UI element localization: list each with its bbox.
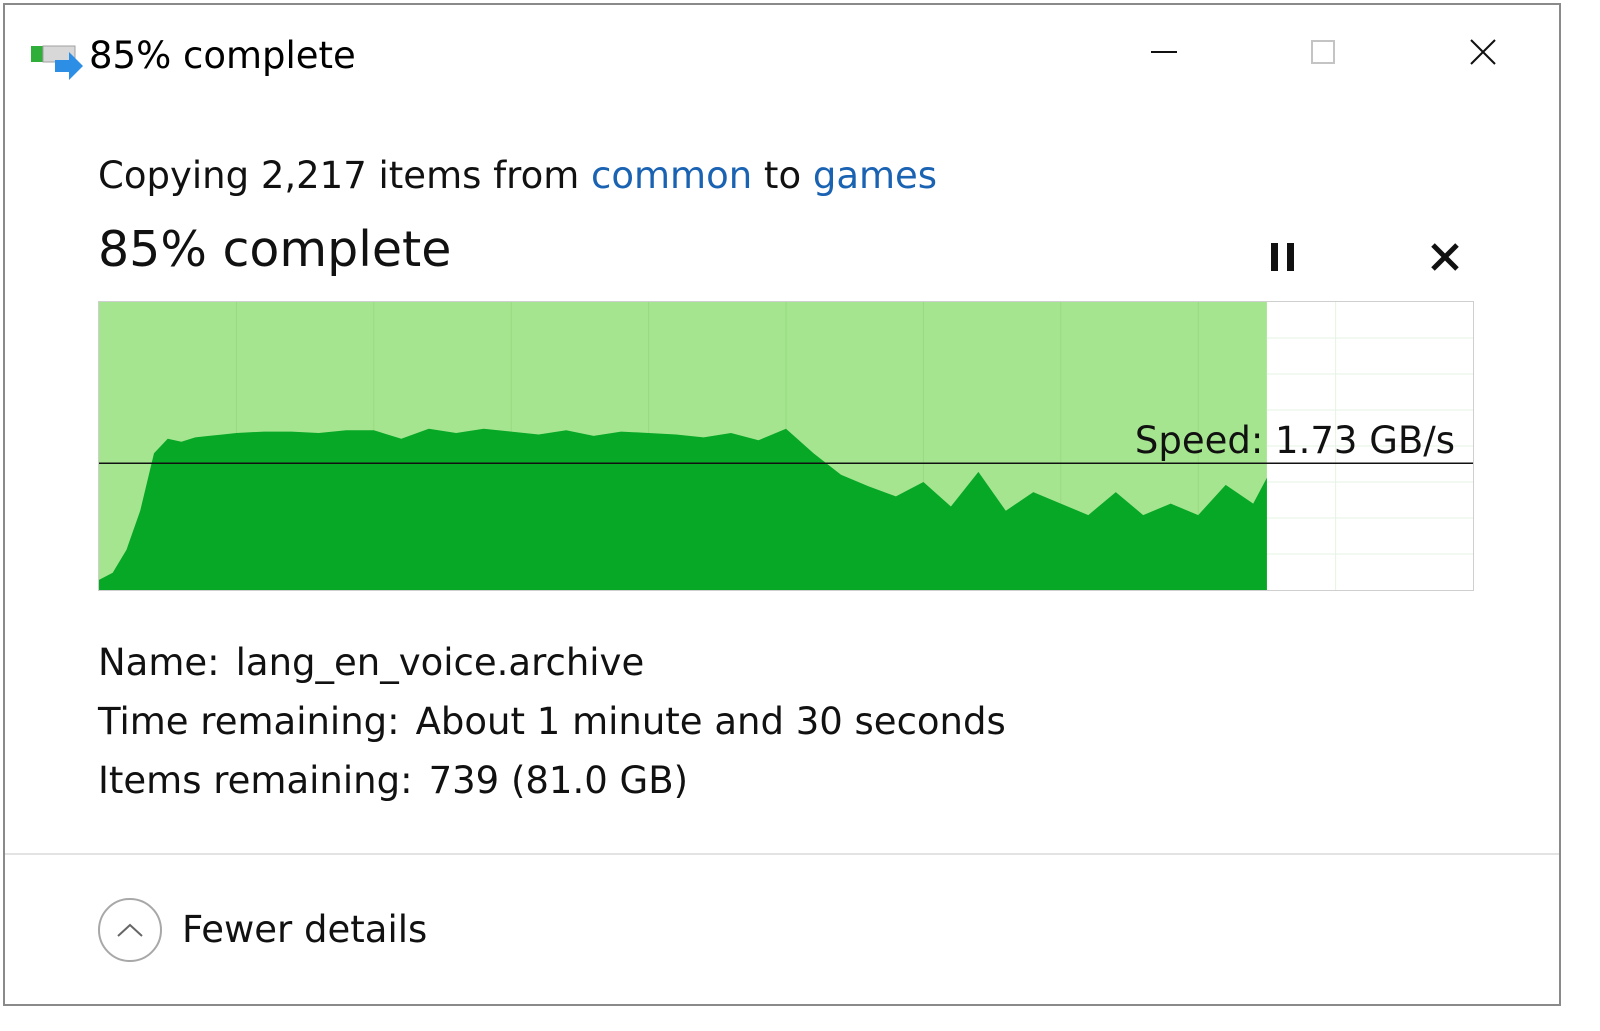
destination-folder-link[interactable]: games (813, 154, 937, 197)
title-bar[interactable]: 85% complete (5, 5, 1559, 105)
fewer-details-toggle[interactable] (98, 898, 162, 962)
chevron-up-icon (117, 923, 143, 937)
maximize-icon (1311, 40, 1335, 64)
detail-items-row: Items remaining: 739 (81.0 GB) (98, 751, 1006, 810)
speed-label: Speed: 1.73 GB/s (1134, 419, 1455, 462)
maximize-button[interactable] (1288, 23, 1358, 81)
detail-time-label: Time remaining: (98, 700, 400, 743)
pause-button[interactable] (1253, 227, 1313, 287)
copy-progress-window: 85% complete Copying 2,217 items from co… (3, 3, 1561, 1006)
fewer-details-label: Fewer details (182, 908, 428, 951)
close-button[interactable] (1448, 23, 1518, 81)
source-folder-link[interactable]: common (591, 154, 752, 197)
footer-divider (5, 853, 1559, 855)
progress-heading: 85% complete (98, 221, 452, 278)
summary-prefix: Copying 2,217 items from (98, 154, 592, 197)
minimize-button[interactable] (1129, 23, 1199, 81)
minimize-icon (1151, 51, 1177, 53)
details-panel: Name: lang_en_voice.archive Time remainin… (98, 633, 1006, 810)
fewer-details-button[interactable]: Fewer details (98, 898, 427, 962)
speed-graph: Speed: 1.73 GB/s (98, 301, 1474, 591)
copy-summary: Copying 2,217 items from common to games (98, 153, 937, 199)
detail-name-label: Name: (98, 641, 220, 684)
close-icon (1470, 39, 1496, 65)
detail-items-label: Items remaining: (98, 759, 413, 802)
detail-time-value: About 1 minute and 30 seconds (415, 700, 1006, 743)
detail-name-row: Name: lang_en_voice.archive (98, 633, 1006, 692)
cancel-button[interactable] (1415, 227, 1475, 287)
detail-items-value: 739 (81.0 GB) (428, 759, 689, 802)
detail-name-value: lang_en_voice.archive (235, 641, 645, 684)
copy-transfer-icon (29, 42, 85, 80)
cancel-icon (1431, 243, 1459, 271)
pause-icon (1271, 243, 1294, 271)
window-title: 85% complete (89, 34, 356, 77)
summary-middle: to (752, 154, 813, 197)
detail-time-row: Time remaining: About 1 minute and 30 sec… (98, 692, 1006, 751)
